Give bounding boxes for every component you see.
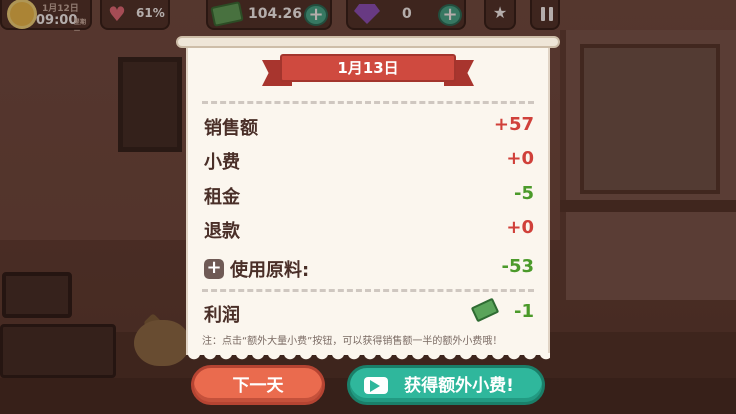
profit-value: -1 — [514, 301, 534, 322]
tips-label: 小费 — [204, 152, 240, 173]
rent-label: 租金 — [204, 187, 240, 208]
extra-tips-label: 获得额外小费! — [404, 376, 514, 396]
receipt-date: 1月13日 — [280, 54, 456, 82]
next-day-button[interactable]: 下一天 — [191, 365, 325, 405]
date-ribbon: 1月13日 — [262, 54, 474, 86]
extra-tips-button[interactable]: 获得额外小费! — [347, 365, 545, 405]
tips-value: +0 — [506, 148, 534, 169]
rent-value: -5 — [514, 183, 534, 204]
medkit-icon[interactable]: + — [204, 259, 224, 279]
sales-value: +57 — [493, 114, 534, 135]
refund-value: +0 — [506, 217, 534, 238]
sales-label: 销售额 — [204, 118, 258, 139]
profit-label: 利润 — [204, 305, 240, 326]
ingredients-label: 使用原料: — [230, 260, 310, 281]
divider-top — [202, 101, 534, 104]
ingredients-value: -53 — [501, 256, 534, 277]
refund-label: 退款 — [204, 221, 240, 242]
tip-note: 注：点击“额外大量小费”按钮，可以获得销售额一半的额外小费哦！ — [202, 336, 503, 347]
video-camera-icon — [364, 377, 388, 394]
divider-bottom — [202, 289, 534, 292]
receipt-roll — [176, 36, 560, 48]
